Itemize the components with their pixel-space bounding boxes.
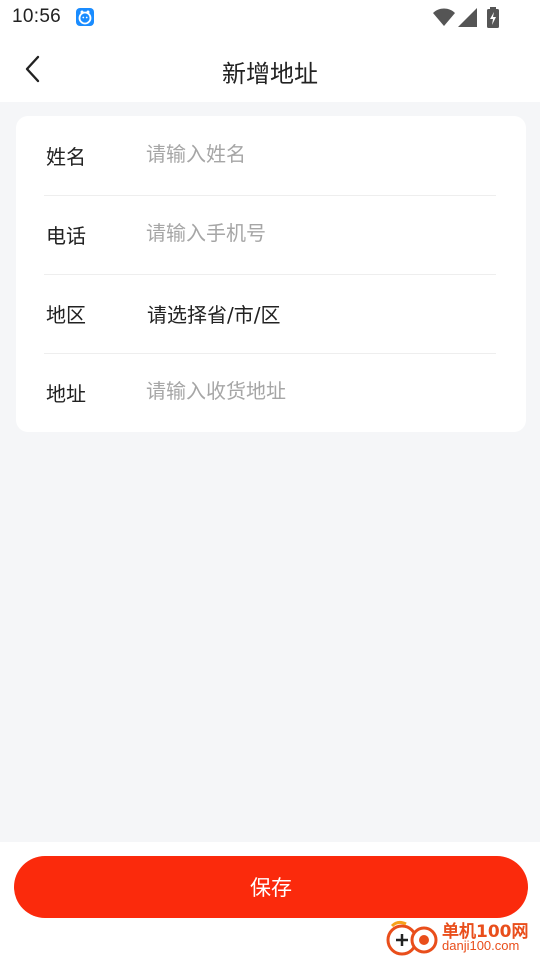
save-button[interactable]: 保存 [14, 856, 528, 918]
status-time: 10:56 [12, 6, 62, 27]
form-row-name: 姓名 [44, 116, 496, 196]
watermark: 单机100网 danji100.com [386, 916, 536, 960]
form-row-phone: 电话 [44, 195, 496, 275]
cellular-signal-icon [458, 8, 477, 27]
name-label: 姓名 [46, 145, 86, 169]
form-row-region[interactable]: 地区 请选择省/市/区 [44, 274, 496, 354]
address-form-card: 姓名 电话 地区 请选择省/市/区 地址 [16, 116, 526, 432]
region-selector[interactable]: 请选择省/市/区 [147, 299, 280, 328]
address-label: 地址 [46, 382, 86, 406]
phone-label: 电话 [46, 224, 86, 248]
watermark-text-en: danji100.com [442, 938, 520, 953]
region-label: 地区 [46, 303, 86, 327]
battery-charging-icon [487, 7, 499, 28]
address-input[interactable] [146, 373, 486, 409]
watermark-logo-icon [386, 920, 438, 956]
wifi-icon [433, 8, 455, 26]
header: 新增地址 [0, 36, 540, 102]
status-bar: 10:56 [0, 0, 540, 36]
name-input[interactable] [146, 136, 486, 172]
form-row-address: 地址 [44, 353, 496, 432]
page-title: 新增地址 [222, 60, 318, 88]
app-notification-icon [76, 8, 94, 26]
phone-input[interactable] [146, 215, 486, 251]
